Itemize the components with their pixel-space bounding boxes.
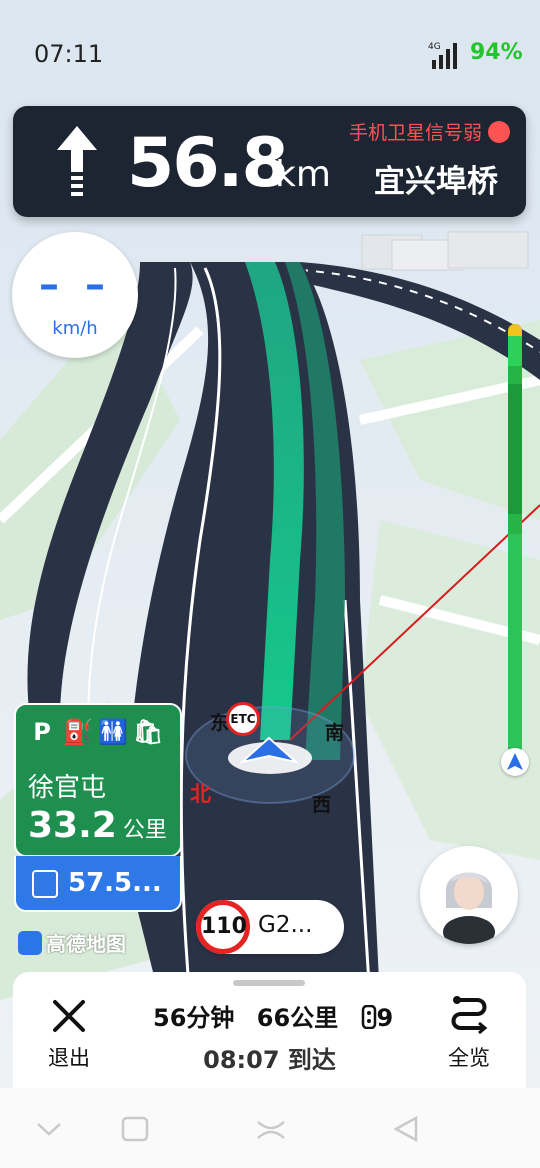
panel-drag-handle[interactable] xyxy=(233,980,305,986)
maneuver-distance: 56.8 xyxy=(127,124,289,203)
progress-position-icon xyxy=(501,748,529,776)
service-area-distance-value: 33.2 xyxy=(28,805,117,846)
assistant-avatar-icon xyxy=(443,872,495,944)
overview-label: 全览 xyxy=(448,1046,490,1070)
etc-badge: ETC xyxy=(226,702,260,736)
home-icon[interactable] xyxy=(256,1116,286,1142)
car-position-icon xyxy=(240,736,298,764)
compass-north-label: 北 xyxy=(190,782,211,806)
service-area-distance: 33.2 公里 xyxy=(28,805,167,846)
speed-unit: km/h xyxy=(52,318,98,339)
shop-icon: 🛍 xyxy=(133,718,164,746)
arrow-straight-icon xyxy=(57,126,97,196)
service-area-distance-unit: 公里 xyxy=(122,818,167,843)
battery-level: 94% xyxy=(470,40,523,65)
cellular-signal-icon: 4G xyxy=(428,42,457,69)
current-road-info[interactable]: 110 G2... xyxy=(196,900,344,954)
parking-icon: P xyxy=(33,718,51,746)
amap-logo-icon xyxy=(18,930,42,955)
remaining-time: 56分钟 xyxy=(153,1004,235,1032)
gas-station-icon: ⛽ xyxy=(63,718,93,746)
restroom-icon: 🚻 xyxy=(98,718,128,746)
speedometer: – – km/h xyxy=(12,232,138,358)
next-service-card[interactable]: 57.5... xyxy=(14,856,182,912)
compass-south-label: 南 xyxy=(325,722,345,744)
next-road-name: 宜兴埠桥 xyxy=(374,164,498,200)
app-logo: 高德地图 xyxy=(18,928,126,957)
traffic-light-icon xyxy=(361,1004,376,1030)
maneuver-distance-unit: km xyxy=(275,154,331,195)
service-facility-icons: P ⛽ 🚻 🛍 xyxy=(28,717,164,747)
brand-name: 高德地图 xyxy=(46,932,126,956)
close-icon xyxy=(53,1000,85,1032)
route-progress-bar xyxy=(508,324,522,754)
system-navigation-bar xyxy=(0,1088,540,1168)
voice-assistant-avatar[interactable] xyxy=(420,846,518,944)
speed-limit-sign: 110 xyxy=(196,900,250,954)
satellite-icon xyxy=(488,120,510,143)
charging-station-icon xyxy=(32,870,58,898)
status-bar: 07:11 4G 94% xyxy=(0,0,540,100)
service-area-name: 徐官屯 xyxy=(28,773,107,803)
traffic-light-count: 9 xyxy=(376,1004,394,1032)
compass-west-label: 西 xyxy=(312,794,332,816)
guidance-banner[interactable]: 56.8 km 手机卫星信号弱 宜兴埠桥 xyxy=(13,106,526,217)
current-speed: – – xyxy=(39,262,111,308)
trip-panel: 退出 56分钟 66公里 9 08:07 到达 全览 xyxy=(13,972,526,1088)
current-road-code: G2... xyxy=(258,912,313,938)
chevron-down-icon[interactable] xyxy=(34,1116,64,1142)
back-icon[interactable] xyxy=(392,1116,422,1142)
svg-text:4G: 4G xyxy=(428,42,441,52)
remaining-distance: 66公里 xyxy=(256,1004,339,1032)
next-service-distance: 57.5... xyxy=(68,868,162,898)
route-overview-button[interactable]: 全览 xyxy=(439,994,499,1074)
gps-warning: 手机卫星信号弱 xyxy=(349,118,510,145)
status-time: 07:11 xyxy=(34,40,104,68)
route-overview-icon xyxy=(451,996,488,1035)
trip-summary: 56分钟 66公里 9 xyxy=(153,998,407,1033)
recent-apps-icon[interactable] xyxy=(120,1116,150,1142)
gps-warning-text: 手机卫星信号弱 xyxy=(348,122,482,144)
service-area-card[interactable]: P ⛽ 🚻 🛍 徐官屯 33.2 公里 xyxy=(14,703,182,857)
